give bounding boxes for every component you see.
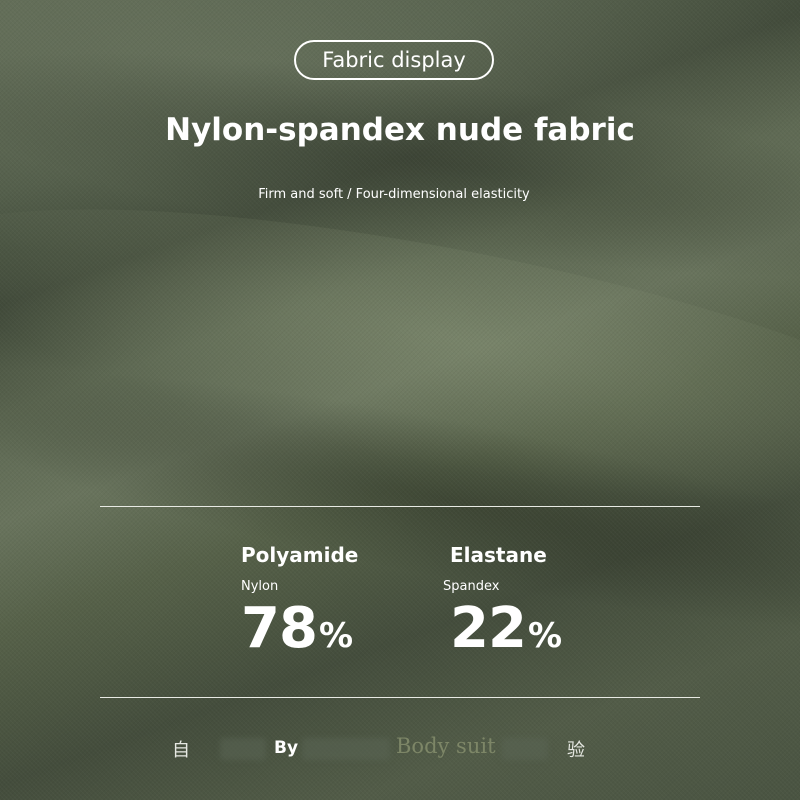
footer-right-glyph: 验: [567, 740, 585, 761]
top-divider: [100, 506, 700, 507]
composition-alias: Nylon: [241, 579, 279, 594]
page-subtitle: Firm and soft / Four-dimensional elastic…: [258, 187, 530, 202]
footer-left-glyph: 自: [172, 740, 190, 761]
composition-percent: 22%: [450, 596, 562, 667]
bottom-divider: [100, 697, 700, 698]
page-title: Nylon-spandex nude fabric: [165, 112, 635, 148]
composition-percent: 78%: [241, 598, 358, 667]
composition-alias: Spandex: [443, 579, 500, 594]
blurred-text: [220, 738, 266, 760]
percent-unit: %: [527, 616, 562, 656]
fabric-display-badge: Fabric display: [294, 40, 494, 80]
percent-unit: %: [318, 616, 353, 656]
blurred-text: [302, 738, 390, 760]
composition-name: Elastane: [450, 543, 547, 567]
footer-by: By: [274, 738, 299, 758]
composition-name: Polyamide: [241, 543, 359, 567]
composition-polyamide: Polyamide Nylon 78%: [241, 543, 358, 667]
percent-value: 78: [241, 596, 318, 661]
composition-elastane: Elastane Spandex 22%: [443, 543, 562, 667]
footer-watermark: 自 By Body suit 验: [0, 730, 800, 766]
percent-value: 22: [450, 596, 527, 661]
footer-brand: Body suit: [396, 734, 496, 758]
blurred-text: [502, 738, 548, 760]
